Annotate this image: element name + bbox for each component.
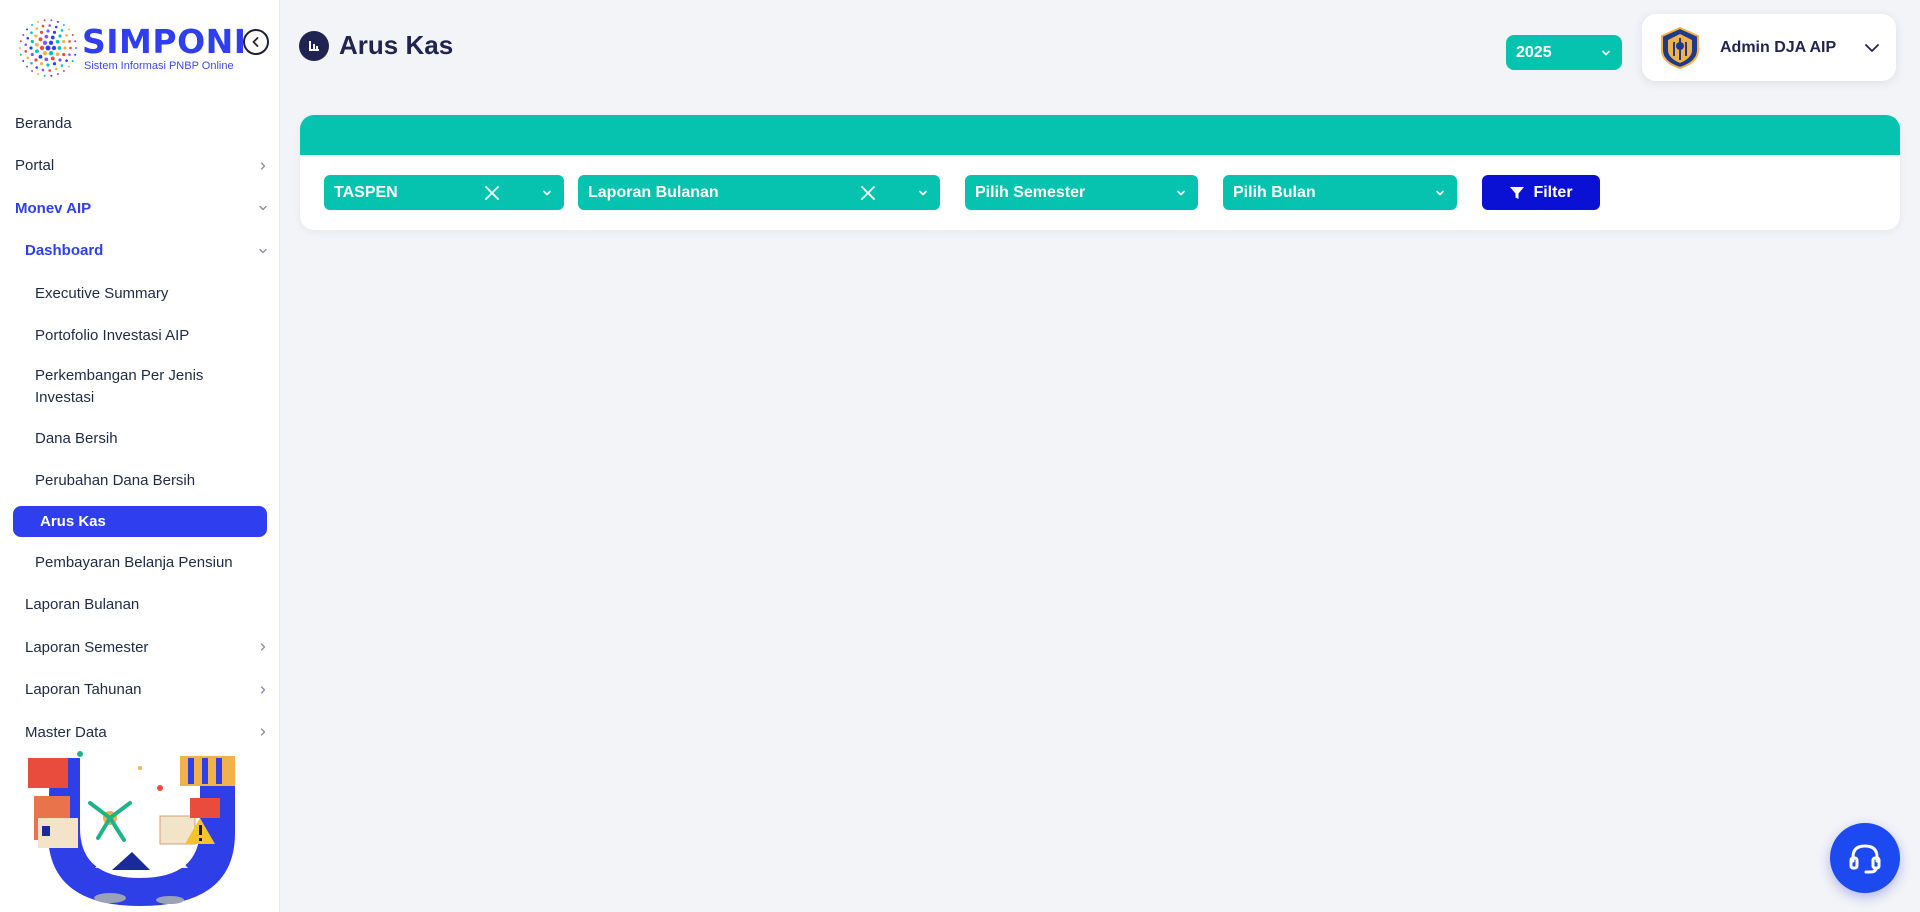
user-menu[interactable]: Admin DJA AIP [1642, 14, 1896, 81]
chevron-down-icon [1433, 186, 1447, 200]
brand-logo[interactable]: SIMPONI Sistem Informasi PNBP Online [18, 18, 247, 78]
sidebar-item-label: Laporan Bulanan [25, 596, 140, 614]
entity-value: TASPEN [334, 183, 398, 201]
sidebar-item-executive-summary[interactable]: Executive Summary [0, 272, 280, 315]
brand-subtitle: Sistem Informasi PNBP Online [84, 59, 234, 72]
decorative-illustration [28, 751, 235, 906]
sidebar: SIMPONI Sistem Informasi PNBP Online Ber… [0, 0, 280, 912]
report-type-value: Laporan Bulanan [588, 183, 719, 201]
funnel-icon [1510, 186, 1525, 199]
filter-button-label: Filter [1533, 183, 1573, 201]
month-placeholder: Pilih Bulan [1233, 183, 1316, 201]
year-value: 2025 [1516, 43, 1552, 61]
help-button[interactable] [1830, 823, 1900, 893]
semester-placeholder: Pilih Semester [975, 183, 1086, 201]
sidebar-item-dana-bersih[interactable]: Dana Bersih [0, 417, 280, 460]
sidebar-item-laporan-tahunan[interactable]: Laporan Tahunan [0, 669, 280, 712]
brand-title: SIMPONI [82, 21, 247, 61]
month-select[interactable]: Pilih Bulan [1223, 175, 1457, 210]
report-type-select[interactable]: Laporan Bulanan [578, 175, 940, 210]
filter-panel-header [300, 115, 1900, 155]
close-icon [485, 185, 499, 200]
sidebar-item-label: Laporan Tahunan [25, 681, 142, 699]
chevron-down-icon [916, 186, 930, 200]
sidebar-item-perkembangan-per-jenis-investasi[interactable]: Perkembangan Per Jenis Investasi [0, 357, 280, 417]
chevron-left-icon [252, 37, 259, 47]
sidebar-item-label: Master Data [25, 723, 107, 741]
page-header: Arus Kas [299, 30, 453, 61]
headset-icon [1849, 844, 1881, 874]
sidebar-item-label: Perkembangan Per Jenis Investasi [35, 367, 204, 406]
filter-button[interactable]: Filter [1482, 175, 1600, 210]
sidebar-item-portofolio-investasi-aip[interactable]: Portofolio Investasi AIP [0, 315, 280, 358]
sidebar-item-pembayaran-belanja-pensiun[interactable]: Pembayaran Belanja Pensiun [0, 541, 280, 584]
semester-select[interactable]: Pilih Semester [965, 175, 1198, 210]
year-select[interactable]: 2025 [1506, 35, 1622, 70]
close-icon [861, 185, 875, 200]
sidebar-item-monev-aip[interactable]: Monev AIP [0, 187, 280, 230]
sidebar-item-label: Perubahan Dana Bersih [35, 472, 196, 490]
simponi-logo-icon [19, 19, 77, 77]
sidebar-item-label: Beranda [15, 114, 72, 132]
sidebar-item-label: Arus Kas [40, 513, 106, 530]
sidebar-item-label: Laporan Semester [25, 638, 149, 656]
chevron-down-icon [1865, 43, 1879, 52]
chevron-down-icon [1602, 50, 1610, 55]
chevron-down-icon [258, 203, 268, 213]
clear-entity-button[interactable] [482, 183, 502, 203]
chevron-down-icon [258, 246, 268, 256]
sidebar-item-label: Monev AIP [15, 199, 92, 217]
sidebar-item-label: Dashboard [25, 242, 104, 260]
user-name: Admin DJA AIP [1720, 38, 1837, 56]
chevron-down-icon [1174, 186, 1188, 200]
sidebar-item-portal[interactable]: Portal [0, 145, 280, 188]
chevron-right-icon [258, 642, 268, 652]
chevron-right-icon [258, 161, 268, 171]
sidebar-item-label: Executive Summary [35, 284, 169, 302]
sidebar-item-dashboard[interactable]: Dashboard [0, 230, 280, 273]
sidebar-item-label: Portofolio Investasi AIP [35, 327, 190, 345]
sidebar-item-label: Dana Bersih [35, 429, 118, 447]
sidebar-item-perubahan-dana-bersih[interactable]: Perubahan Dana Bersih [0, 460, 280, 503]
sidebar-item-laporan-bulanan[interactable]: Laporan Bulanan [0, 584, 280, 627]
sidebar-item-label: Portal [15, 157, 55, 175]
chevron-right-icon [258, 685, 268, 695]
sidebar-item-label: Pembayaran Belanja Pensiun [35, 553, 233, 571]
entity-select[interactable]: TASPEN [324, 175, 564, 210]
filter-panel: TASPEN Laporan Bulanan Pilih Semester Pi… [300, 115, 1900, 230]
chevron-right-icon [258, 727, 268, 737]
chart-document-icon [299, 30, 329, 61]
page-title: Arus Kas [339, 30, 454, 60]
sidebar-item-arus-kas[interactable]: Arus Kas [13, 506, 267, 537]
sidebar-item-laporan-semester[interactable]: Laporan Semester [0, 626, 280, 669]
kemenkeu-emblem-icon [1661, 26, 1699, 69]
clear-report-type-button[interactable] [858, 183, 878, 203]
collapse-sidebar-button[interactable] [243, 29, 269, 55]
sidebar-menu: Beranda Portal Monev AIP Dashboard Executive… [0, 102, 280, 754]
sidebar-item-beranda[interactable]: Beranda [0, 102, 280, 145]
chevron-down-icon [540, 186, 554, 200]
